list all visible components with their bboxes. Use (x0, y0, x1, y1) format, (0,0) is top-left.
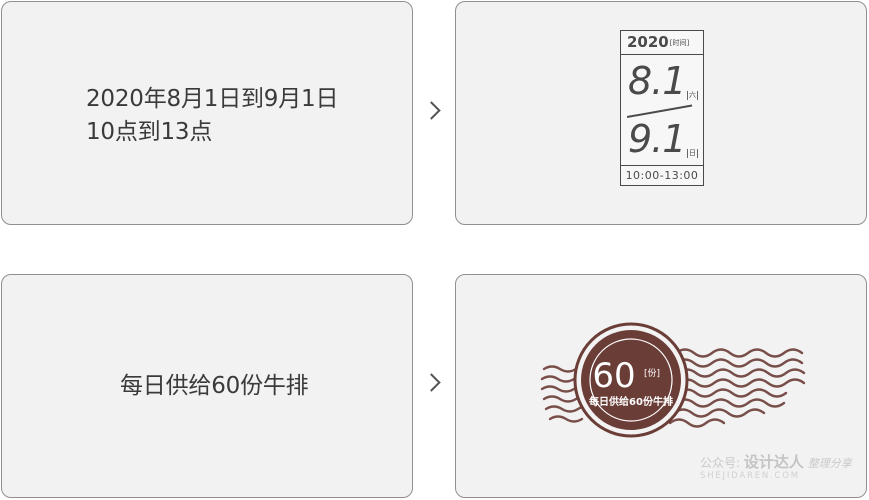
watermark-brand: 设计达人 (743, 453, 804, 471)
calendar-year-tag: [时间] (669, 39, 690, 47)
designed-supply-card: 60 [份] 每日供给60份牛排 公众号: 设计达人 整理分享 SHEJIDAR… (455, 274, 867, 498)
calendar-year-value: 2020 (627, 33, 669, 51)
stamp-number: 60 (592, 356, 635, 396)
supply-text: 每日供给60份牛排 (120, 373, 309, 399)
calendar-end-date: 9.1 (628, 117, 686, 161)
plain-supply-card: 每日供给60份牛排 (1, 274, 413, 498)
watermark-prefix: 公众号: (700, 456, 741, 470)
calendar-start-weekday: 六 (687, 91, 698, 100)
calendar-start-date: 8.1 (628, 59, 686, 103)
calendar-badge: 2020[时间] 8.1 六 9.1 日 10:00-13:00 (620, 30, 704, 186)
designed-date-card: 2020[时间] 8.1 六 9.1 日 10:00-13:00 (455, 1, 867, 225)
chevron-right-icon (422, 373, 441, 392)
comparison-canvas: 2020年8月1日到9月1日 10点到13点 2020[时间] 8.1 六 9.… (0, 0, 869, 500)
calendar-year: 2020[时间] (621, 31, 703, 55)
watermark-line: 公众号: 设计达人 整理分享 (700, 451, 852, 472)
watermark-suffix: 整理分享 (807, 457, 852, 470)
calendar-time-range: 10:00-13:00 (621, 165, 703, 185)
date-line-2: 10点到13点 (86, 119, 213, 145)
calendar-divider-slash (626, 104, 693, 118)
date-text: 2020年8月1日到9月1日 10点到13点 (86, 83, 338, 149)
watermark-url: SHEJIDAREN.COM (700, 471, 800, 481)
date-line-1: 2020年8月1日到9月1日 (86, 86, 339, 112)
stamp-unit: [份] (644, 367, 660, 379)
stamp-caption: 每日供给60份牛排 (589, 395, 673, 408)
plain-date-card: 2020年8月1日到9月1日 10点到13点 (1, 1, 413, 225)
calendar-end-weekday: 日 (687, 149, 698, 158)
chevron-right-icon (422, 101, 441, 120)
postmark-stamp-icon: 60 [份] 每日供给60份牛排 (540, 322, 806, 438)
